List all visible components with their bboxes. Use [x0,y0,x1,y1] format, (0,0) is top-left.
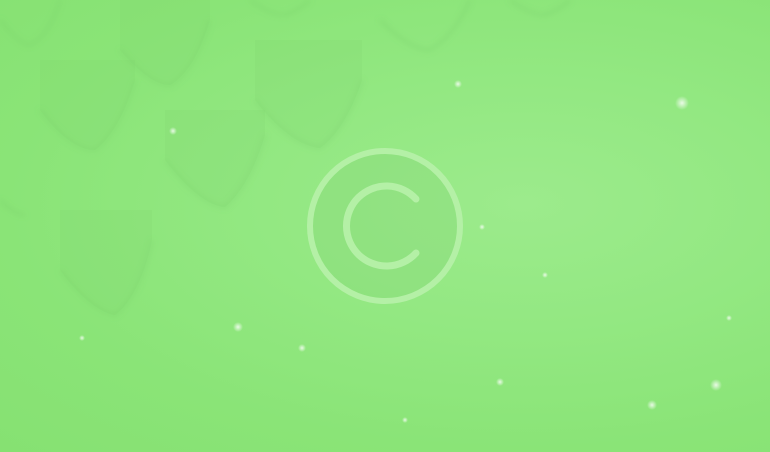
background-canvas [0,0,770,452]
copyright-icon [307,148,463,304]
